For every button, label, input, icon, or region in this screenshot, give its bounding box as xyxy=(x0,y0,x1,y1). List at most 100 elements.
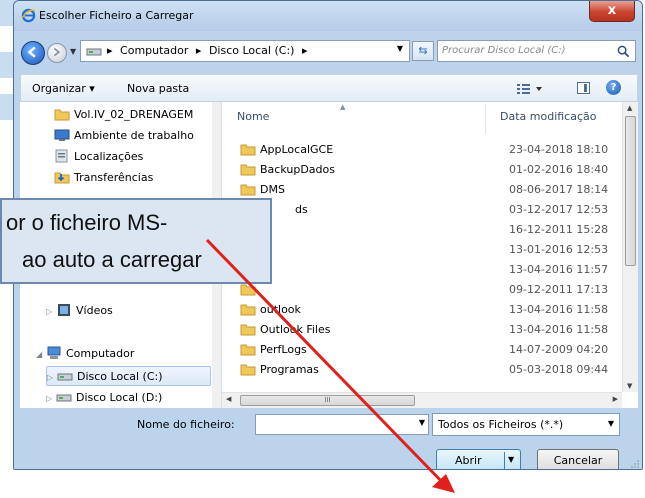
scrollbar-thumb[interactable] xyxy=(625,116,636,266)
back-arrow-icon xyxy=(27,46,36,58)
vertical-scrollbar[interactable]: ▲ ▼ xyxy=(622,102,638,392)
window-title: Escolher Ficheiro a Carregar xyxy=(39,9,194,22)
file-date: 09-12-2011 17:13 xyxy=(509,283,609,296)
help-icon[interactable]: ? xyxy=(606,80,621,95)
breadcrumb-separator: ▸ xyxy=(301,44,308,57)
breadcrumb: ▸ Computador ▸ Disco Local (C:) ▸ xyxy=(107,44,311,57)
callout-line-2: ao auto a carregar xyxy=(22,247,202,272)
close-button[interactable]: x xyxy=(589,1,635,22)
nav-item-label: Disco Local (D:) xyxy=(76,391,163,404)
breadcrumb-computador[interactable]: Computador xyxy=(120,44,188,57)
title-bar: Escolher Ficheiro a Carregar x xyxy=(14,1,642,31)
collapse-arrow-icon[interactable]: ◢ xyxy=(36,345,44,365)
scroll-down-arrow-icon[interactable]: ▼ xyxy=(627,382,632,390)
filename-field[interactable]: ▼ xyxy=(255,414,429,435)
back-button[interactable] xyxy=(21,41,45,65)
column-separator[interactable] xyxy=(485,104,486,134)
videos-icon xyxy=(58,304,70,316)
file-row[interactable]: AppLocalGCE 23-04-2018 18:10 xyxy=(240,140,620,160)
file-date: 08-06-2017 18:14 xyxy=(509,183,609,196)
file-row[interactable]: Outlook Files 13-04-2016 11:58 xyxy=(240,320,620,340)
arrow-head-icon xyxy=(432,474,455,493)
forward-button[interactable] xyxy=(47,43,67,63)
nav-item-ambiente-de-trabalho[interactable]: Ambiente de trabalho xyxy=(54,126,194,146)
folder-icon xyxy=(240,304,256,316)
file-row[interactable]: PerfLogs 14-07-2009 04:20 xyxy=(240,340,620,360)
file-date: 01-02-2016 18:40 xyxy=(509,163,609,176)
nav-item-computador[interactable]: ◢ Computador xyxy=(36,344,134,364)
nav-item-disco-local-c[interactable]: ▷ Disco Local (C:) xyxy=(46,366,211,386)
forward-arrow-icon xyxy=(53,47,61,57)
cancel-button[interactable]: Cancelar xyxy=(537,449,619,469)
file-row[interactable]: DMS 08-06-2017 18:14 xyxy=(240,180,620,200)
change-view-icon[interactable] xyxy=(515,81,545,96)
filename-dropdown-icon[interactable]: ▼ xyxy=(419,418,425,427)
instruction-callout: or o ficheiro MS- ao auto a carregar xyxy=(0,198,272,284)
preview-pane-icon[interactable] xyxy=(577,82,590,94)
scroll-right-arrow-icon[interactable]: ▶ xyxy=(613,395,618,403)
nav-item-transferencias[interactable]: Transferências xyxy=(54,168,153,188)
nav-item-vol-iv-02-drenagem[interactable]: Vol.IV_02_DRENAGEM xyxy=(54,105,193,125)
breadcrumb-disco-local-c[interactable]: Disco Local (C:) xyxy=(209,44,295,57)
nav-item-localizacoes[interactable]: Localizações xyxy=(54,147,143,167)
open-options-dropdown-icon[interactable]: ▼ xyxy=(508,455,514,464)
recent-pages-dropdown-icon[interactable]: ▼ xyxy=(70,47,76,56)
file-row[interactable]: outlook 13-04-2016 11:58 xyxy=(240,300,620,320)
breadcrumb-separator: ▸ xyxy=(107,44,113,57)
open-button[interactable]: Abrir ▼ xyxy=(436,449,521,469)
refresh-button[interactable]: ⇆ xyxy=(412,41,434,61)
dialog-footer: Nome do ficheiro: ▼ Todos os Ficheiros (… xyxy=(14,409,642,469)
new-folder-button[interactable]: Nova pasta xyxy=(127,82,189,95)
file-date: 03-12-2017 12:53 xyxy=(509,203,609,216)
expand-arrow-icon[interactable]: ▷ xyxy=(46,389,54,408)
file-row[interactable]: 09-12-2011 17:13 xyxy=(240,280,620,300)
computer-icon xyxy=(47,346,61,359)
file-row[interactable]: 13-04-2016 11:57 xyxy=(240,260,620,280)
file-row[interactable]: BackupDados 01-02-2016 18:40 xyxy=(240,160,620,180)
file-row[interactable]: 13-01-2016 12:53 xyxy=(240,240,620,260)
nav-item-label: Transferências xyxy=(74,171,154,184)
button-split-divider xyxy=(504,452,505,469)
nav-item-label: Ambiente de trabalho xyxy=(74,129,194,142)
horizontal-scrollbar[interactable]: ◀ III ▶ xyxy=(222,392,622,408)
downloads-icon xyxy=(54,172,70,184)
column-header-date-modified[interactable]: Data modificação xyxy=(500,110,596,123)
nav-item-label: Vol.IV_02_DRENAGEM xyxy=(74,108,194,121)
scroll-left-arrow-icon[interactable]: ◀ xyxy=(226,395,231,403)
nav-item-label: Computador xyxy=(66,347,135,360)
nav-item-label: Localizações xyxy=(74,150,144,163)
file-date: 05-03-2018 09:44 xyxy=(509,363,609,376)
scroll-up-arrow-icon[interactable]: ▲ xyxy=(627,104,632,112)
address-bar[interactable]: ▸ Computador ▸ Disco Local (C:) ▸ ▼ xyxy=(80,40,410,62)
expand-arrow-icon[interactable]: ▷ xyxy=(46,302,54,322)
scrollbar-thumb[interactable]: III xyxy=(240,395,415,406)
file-row[interactable]: ds 03-12-2017 12:53 xyxy=(240,200,620,220)
nav-item-disco-local-d[interactable]: ▷ Disco Local (D:) xyxy=(46,388,162,408)
file-type-select[interactable]: Todos os Ficheiros (*.*) ▼ xyxy=(432,413,620,436)
file-name: ds xyxy=(295,203,308,216)
nav-item-videos[interactable]: ▷ Vídeos xyxy=(46,301,113,321)
column-header-name[interactable]: Nome xyxy=(237,110,269,123)
nav-item-label: Vídeos xyxy=(76,304,113,317)
file-type-dropdown-icon[interactable]: ▼ xyxy=(608,419,614,428)
file-name: outlook xyxy=(260,303,301,316)
expand-arrow-icon[interactable]: ▷ xyxy=(47,368,55,388)
resize-grip-icon[interactable] xyxy=(630,459,640,469)
file-row[interactable]: Programas 05-03-2018 09:44 xyxy=(240,360,620,380)
search-input[interactable] xyxy=(442,43,607,58)
places-icon xyxy=(55,149,68,163)
file-name: DMS xyxy=(260,183,285,196)
search-box[interactable] xyxy=(437,40,636,62)
address-row: ▼ ▸ Computador ▸ Disco Local (C:) ▸ ▼ ⇆ xyxy=(14,38,642,70)
nav-item-label: Disco Local (C:) xyxy=(77,370,163,383)
address-dropdown-icon[interactable]: ▼ xyxy=(397,44,403,53)
organize-menu[interactable]: Organizar ▾ xyxy=(32,82,95,95)
file-date: 23-04-2018 18:10 xyxy=(509,143,609,156)
drive-icon xyxy=(56,394,72,402)
filename-input[interactable] xyxy=(256,415,412,434)
internet-explorer-icon xyxy=(21,8,36,23)
folder-icon xyxy=(240,324,256,336)
file-date: 16-12-2011 15:28 xyxy=(509,223,609,236)
open-button-label: Abrir xyxy=(455,454,482,467)
file-row[interactable]: 16-12-2011 15:28 xyxy=(240,220,620,240)
